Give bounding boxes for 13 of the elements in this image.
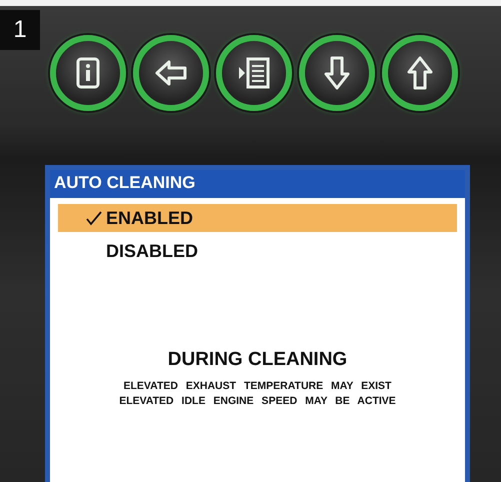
up-arrow-button[interactable] (382, 35, 458, 111)
warning-text: ELEVATED IDLE ENGINE SPEED MAY BE ACTIVE (119, 394, 396, 409)
down-arrow-button[interactable] (299, 35, 375, 111)
menu-option[interactable]: DISABLED (58, 237, 457, 265)
left-arrow-button[interactable] (133, 35, 209, 111)
checkmark-icon (86, 210, 102, 226)
step-badge: 1 (0, 10, 40, 50)
info-button[interactable] (50, 35, 126, 111)
menu-option[interactable]: ENABLED (58, 204, 457, 232)
screen-title: AUTO CLEANING (50, 170, 465, 198)
menu-button[interactable] (216, 35, 292, 111)
warning-text: ELEVATED EXHAUST TEMPERATURE MAY EXIST (124, 379, 392, 394)
warning-heading: DURING CLEANING (166, 349, 348, 371)
